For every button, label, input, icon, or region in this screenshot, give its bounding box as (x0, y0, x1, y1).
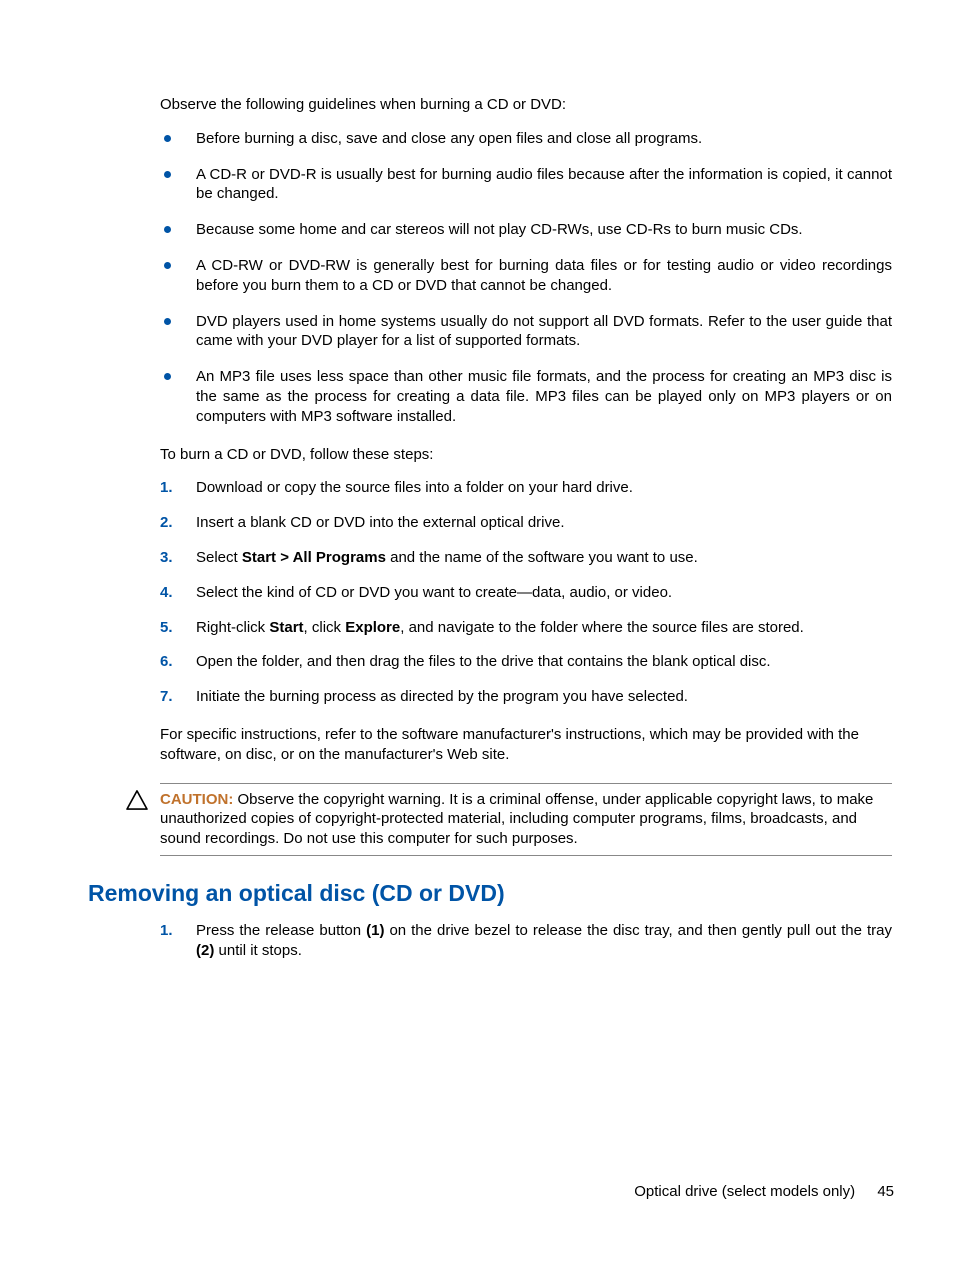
step-text: and the name of the software you want to… (386, 549, 698, 566)
step-text: Select (196, 549, 242, 566)
bold-text: (2) (196, 942, 214, 959)
list-item: An MP3 file uses less space than other m… (160, 367, 892, 426)
guidelines-list: Before burning a disc, save and close an… (160, 129, 892, 427)
caution-label: CAUTION: (160, 791, 233, 808)
document-page: Observe the following guidelines when bu… (0, 0, 954, 1270)
removal-steps-list: Press the release button (1) on the driv… (160, 921, 892, 961)
list-item: A CD-RW or DVD-RW is generally best for … (160, 256, 892, 296)
intro-paragraph: Observe the following guidelines when bu… (160, 95, 892, 115)
steps-intro: To burn a CD or DVD, follow these steps: (160, 445, 892, 465)
post-steps-paragraph: For specific instructions, refer to the … (160, 725, 892, 765)
step-text: Press the release button (196, 922, 366, 939)
bold-text: Explore (345, 619, 400, 636)
steps-list: Download or copy the source files into a… (160, 478, 892, 707)
list-item: Select the kind of CD or DVD you want to… (160, 583, 892, 603)
caution-triangle-icon (126, 790, 148, 810)
step-text: on the drive bezel to release the disc t… (384, 922, 892, 939)
list-item: Press the release button (1) on the driv… (160, 921, 892, 961)
list-item: A CD-R or DVD-R is usually best for burn… (160, 165, 892, 205)
section-heading: Removing an optical disc (CD or DVD) (88, 880, 894, 907)
bold-text: Start > All Programs (242, 549, 386, 566)
list-item: Download or copy the source files into a… (160, 478, 892, 498)
page-number: 45 (877, 1183, 894, 1200)
list-item: Right-click Start, click Explore, and na… (160, 618, 892, 638)
list-item: Initiate the burning process as directed… (160, 687, 892, 707)
bold-text: Start (269, 619, 303, 636)
step-text: , and navigate to the folder where the s… (400, 619, 804, 636)
list-item: Because some home and car stereos will n… (160, 220, 892, 240)
page-footer: Optical drive (select models only) 45 (634, 1183, 894, 1200)
list-item: Select Start > All Programs and the name… (160, 548, 892, 568)
step-text: Right-click (196, 619, 269, 636)
list-item: Before burning a disc, save and close an… (160, 129, 892, 149)
bold-text: (1) (366, 922, 384, 939)
step-text: until it stops. (214, 942, 302, 959)
list-item: Open the folder, and then drag the files… (160, 652, 892, 672)
footer-section: Optical drive (select models only) (634, 1183, 855, 1200)
step-text: , click (304, 619, 346, 636)
list-item: DVD players used in home systems usually… (160, 312, 892, 352)
removal-steps: Press the release button (1) on the driv… (160, 921, 892, 961)
caution-text: Observe the copyright warning. It is a c… (160, 791, 873, 848)
list-item: Insert a blank CD or DVD into the extern… (160, 513, 892, 533)
caution-box: CAUTION: Observe the copyright warning. … (160, 783, 892, 856)
body-text: Observe the following guidelines when bu… (160, 95, 892, 765)
